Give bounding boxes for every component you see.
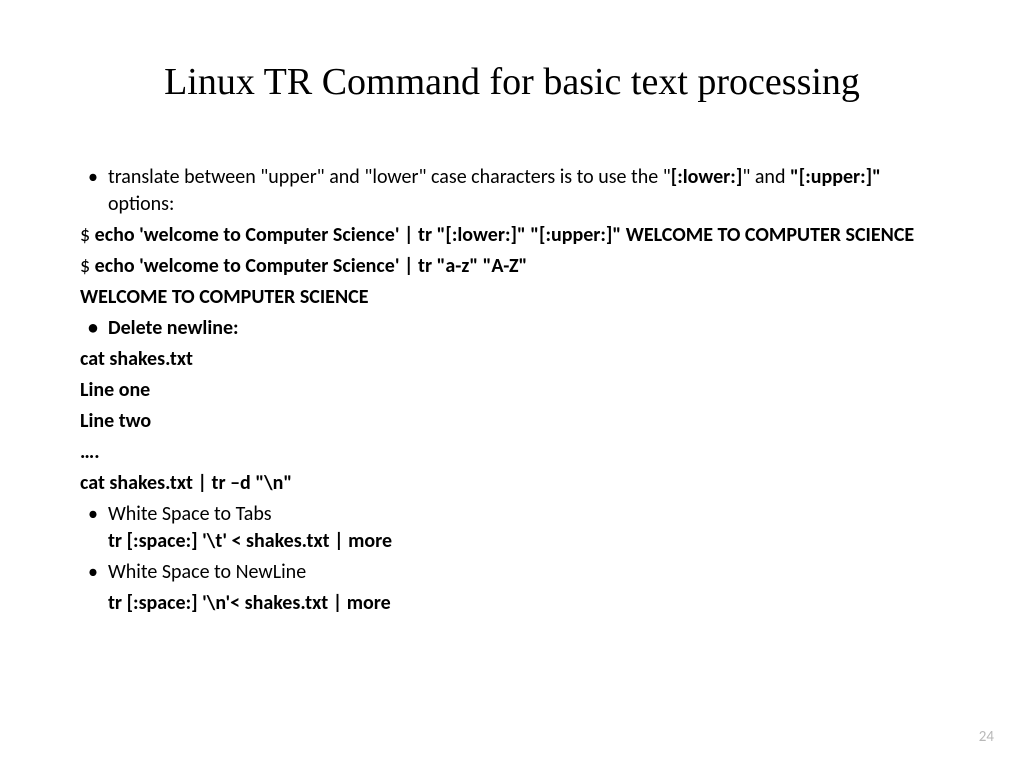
output-ellipsis: …. <box>80 439 944 466</box>
text: " and <box>742 165 790 189</box>
prompt: $ <box>80 254 95 278</box>
bullet-delete-newline: Delete newline: <box>80 315 944 342</box>
text: tr [:space:] '\t' < shakes.txt | more <box>108 529 392 553</box>
bullet-ws-newline: White Space to NewLine <box>80 559 944 586</box>
output-welcome: WELCOME TO COMPUTER SCIENCE <box>80 284 944 311</box>
slide-title: Linux TR Command for basic text processi… <box>80 60 944 104</box>
text: options: <box>108 192 174 216</box>
text: White Space to Tabs <box>108 502 272 526</box>
cmd-echo-2: $ echo 'welcome to Computer Science' | t… <box>80 253 944 280</box>
cmd-echo-1: $ echo 'welcome to Computer Science' | t… <box>80 222 944 249</box>
bullet-ws-tabs: White Space to Tabs tr [:space:] '\t' < … <box>80 501 944 555</box>
slide: Linux TR Command for basic text processi… <box>0 0 1024 768</box>
slide-body: translate between "upper" and "lower" ca… <box>80 164 944 617</box>
cmd-tr-d: cat shakes.txt | tr –d "\n" <box>80 470 944 497</box>
cmd-cat: cat shakes.txt <box>80 346 944 373</box>
text: "[:upper:]" <box>790 165 881 189</box>
text: echo 'welcome to Computer Science' | tr … <box>95 223 915 247</box>
text: [:lower:] <box>671 165 743 189</box>
text: echo 'welcome to Computer Science' | tr … <box>95 254 528 278</box>
text: translate between "upper" and "lower" ca… <box>108 165 671 189</box>
bullet-translate: translate between "upper" and "lower" ca… <box>80 164 944 218</box>
prompt: $ <box>80 223 95 247</box>
cmd-tr-newline: tr [:space:] '\n'< shakes.txt | more <box>80 590 944 617</box>
page-number: 24 <box>979 728 994 746</box>
output-line-two: Line two <box>80 408 944 435</box>
output-line-one: Line one <box>80 377 944 404</box>
